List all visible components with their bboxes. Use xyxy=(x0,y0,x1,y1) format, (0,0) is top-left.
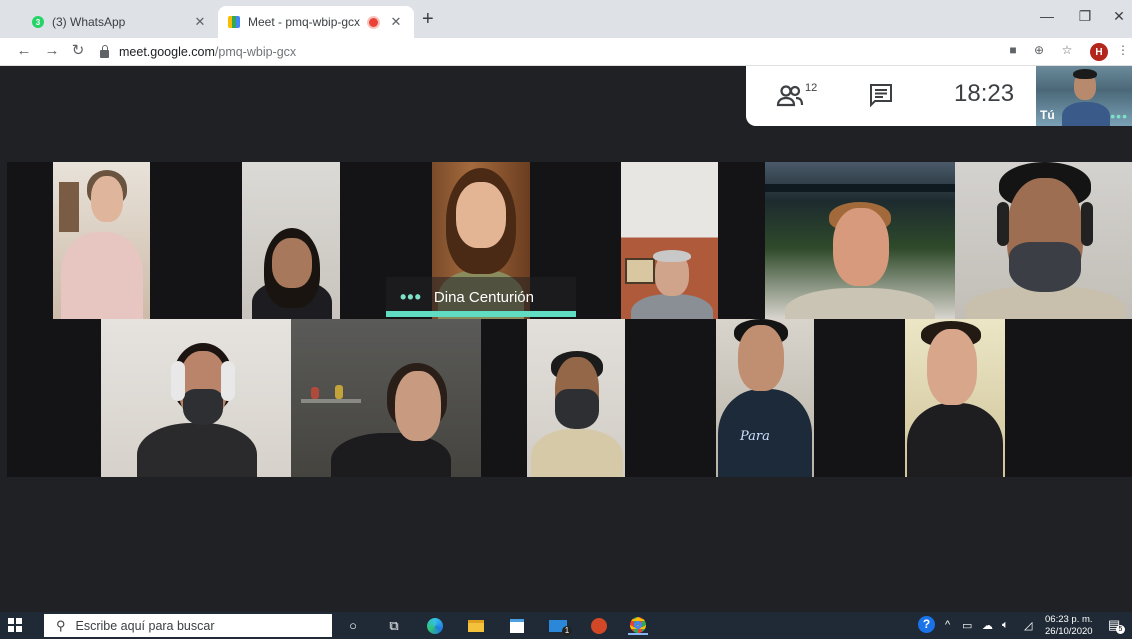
url-path: /pmq-wbip-gcx xyxy=(214,45,297,59)
powerpoint-icon[interactable] xyxy=(589,616,609,635)
taskbar-search-input[interactable]: ⚲ Escribe aquí para buscar xyxy=(44,614,332,637)
camera-in-use-icon[interactable]: ■ xyxy=(1004,43,1022,57)
wifi-icon[interactable]: ◿ xyxy=(1024,619,1032,632)
browser-toolbar: ← → ↻ meet.google.com/pmq-wbip-gcx ■ ⊕ ☆… xyxy=(0,38,1132,66)
system-time: 06:23 p. m. xyxy=(1045,614,1093,625)
reload-icon[interactable]: ↻ xyxy=(68,42,88,60)
close-tab-icon[interactable]: ✕ xyxy=(388,14,404,30)
windows-start-button[interactable] xyxy=(8,618,22,632)
speaker-options-icon[interactable]: ••• xyxy=(400,287,422,308)
close-window-icon[interactable]: ✕ xyxy=(1104,8,1132,25)
meeting-clock: 18:23 xyxy=(954,80,1015,107)
participant-tile[interactable]: Para xyxy=(716,319,814,477)
tab-title: (3) WhatsApp xyxy=(52,15,126,29)
participant-tile[interactable] xyxy=(955,162,1132,319)
participant-tile[interactable] xyxy=(242,162,340,319)
tab-whatsapp[interactable]: 3 (3) WhatsApp ✕ xyxy=(22,6,218,38)
minimize-icon[interactable]: — xyxy=(1032,8,1062,24)
cortana-icon[interactable]: ○ xyxy=(343,616,363,635)
battery-icon[interactable]: ▭ xyxy=(962,619,972,632)
active-speaker-indicator xyxy=(386,311,576,317)
bookmark-star-icon[interactable]: ☆ xyxy=(1058,43,1076,57)
self-view-tile[interactable]: Tú ••• xyxy=(1036,66,1132,126)
file-explorer-icon[interactable] xyxy=(466,616,486,635)
participant-tile[interactable] xyxy=(905,319,1005,477)
back-arrow-icon[interactable]: ← xyxy=(14,42,34,60)
search-placeholder: Escribe aquí para buscar xyxy=(75,618,215,633)
edge-icon[interactable] xyxy=(425,616,445,635)
system-clock[interactable]: 06:23 p. m. 26/10/2020 xyxy=(1045,614,1093,638)
mail-icon[interactable]: 1 xyxy=(548,616,572,636)
mail-badge: 1 xyxy=(562,626,572,636)
tab-meet[interactable]: Meet - pmq-wbip-gcx ✕ xyxy=(218,6,414,38)
browser-tab-strip: 3 (3) WhatsApp ✕ Meet - pmq-wbip-gcx ✕ +… xyxy=(0,0,1132,38)
participant-row-2: Para xyxy=(7,319,1132,477)
task-view-icon[interactable]: ⧉ xyxy=(384,616,404,635)
active-speaker-name: Dina Centurión xyxy=(433,288,534,306)
new-tab-button[interactable]: + xyxy=(422,9,434,29)
help-icon[interactable]: ? xyxy=(918,616,935,633)
call-info-panel: 12 18:23 xyxy=(746,66,1036,126)
notification-count: 5 xyxy=(1116,625,1125,634)
self-options-icon[interactable]: ••• xyxy=(1110,109,1128,123)
onedrive-icon[interactable]: ☁ xyxy=(982,619,993,632)
people-icon xyxy=(776,85,804,107)
windows-taskbar: ⚲ Escribe aquí para buscar ○ ⧉ 1 ? ^ ▭ ☁… xyxy=(0,612,1132,639)
notifications-icon[interactable]: ▤ 5 xyxy=(1108,617,1125,634)
participant-tile[interactable] xyxy=(765,162,955,319)
url-domain: meet.google.com xyxy=(119,45,215,59)
tray-chevron-icon[interactable]: ^ xyxy=(945,619,950,631)
menu-kebab-icon[interactable]: ⋮ xyxy=(1114,43,1132,57)
participants-button[interactable]: 12 xyxy=(776,80,826,112)
recording-indicator-icon xyxy=(369,17,378,27)
forward-arrow-icon[interactable]: → xyxy=(42,42,62,60)
address-bar[interactable]: meet.google.com/pmq-wbip-gcx xyxy=(100,41,1090,63)
participant-tile[interactable] xyxy=(621,162,718,319)
self-label: Tú xyxy=(1040,108,1055,122)
lock-icon xyxy=(100,45,109,58)
whatsapp-icon: 3 xyxy=(32,16,44,28)
volume-icon[interactable]: 🔈︎ xyxy=(1002,619,1009,632)
search-icon: ⚲ xyxy=(56,617,66,633)
meet-icon xyxy=(228,16,240,28)
participant-tile[interactable] xyxy=(101,319,291,477)
system-date: 26/10/2020 xyxy=(1045,626,1093,637)
zoom-icon[interactable]: ⊕ xyxy=(1030,43,1048,57)
store-icon[interactable] xyxy=(507,616,527,635)
participant-count: 12 xyxy=(805,82,818,94)
close-tab-icon[interactable]: ✕ xyxy=(192,14,208,30)
meet-call-area: 12 18:23 Tú ••• ••• Dina Centurión Para xyxy=(0,66,1132,612)
tab-title: Meet - pmq-wbip-gcx xyxy=(248,15,361,29)
chat-icon xyxy=(870,84,892,108)
participant-tile[interactable] xyxy=(527,319,625,477)
profile-avatar[interactable]: H xyxy=(1090,43,1108,61)
chrome-icon[interactable] xyxy=(628,616,648,635)
participant-tile[interactable] xyxy=(291,319,481,477)
chat-button[interactable] xyxy=(868,82,894,108)
restore-icon[interactable]: ❐ xyxy=(1070,8,1100,25)
participant-tile[interactable] xyxy=(53,162,150,319)
